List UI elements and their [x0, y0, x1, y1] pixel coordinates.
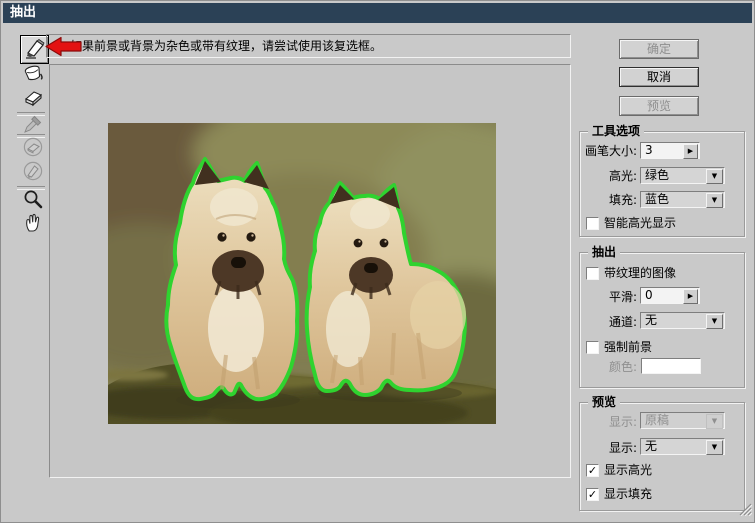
- show-highlight-checkbox[interactable]: ✓: [586, 464, 599, 477]
- chevron-down-icon: ▼: [711, 317, 718, 325]
- checkmark-icon: ✓: [587, 464, 598, 477]
- hint-text-box: 如果前景或背景为杂色或带有纹理，请尝试使用该复选框。: [46, 34, 571, 58]
- show-label: 显示:: [608, 415, 637, 429]
- chevron-down-icon: ▼: [711, 172, 718, 180]
- foreground-color-swatch[interactable]: [641, 358, 701, 374]
- eraser-tool[interactable]: [21, 87, 45, 111]
- chevron-down-icon: ▼: [711, 443, 718, 451]
- textured-image-checkbox[interactable]: [586, 267, 599, 280]
- show-fill-checkbox[interactable]: ✓: [586, 488, 599, 501]
- dropdown-button[interactable]: ▼: [706, 314, 723, 329]
- hand-icon: [22, 211, 44, 237]
- channel-dropdown[interactable]: 无 ▼: [640, 312, 725, 329]
- dropdown-button[interactable]: ▼: [706, 440, 723, 455]
- channel-label: 通道:: [608, 315, 637, 329]
- dropdown-button[interactable]: ▼: [706, 193, 723, 208]
- right-arrow-icon: ▶: [687, 147, 694, 155]
- extract-dialog: 抽出 如果前景或背景为杂色或带有纹理，请尝试使用该复选框。 确定 取消 预览 工…: [0, 0, 755, 523]
- cancel-button[interactable]: 取消: [619, 67, 699, 87]
- display-label: 显示:: [608, 441, 637, 455]
- callout-arrow-icon: [45, 35, 83, 62]
- force-foreground-label: 强制前景: [604, 340, 653, 354]
- tool-options-legend: 工具选项: [588, 124, 645, 139]
- smooth-input[interactable]: 0 ▶: [640, 287, 700, 304]
- zoom-tool[interactable]: [21, 189, 45, 213]
- force-foreground-checkbox[interactable]: [586, 341, 599, 354]
- chevron-down-icon: ▼: [711, 417, 718, 425]
- textured-image-label: 带纹理的图像: [604, 266, 677, 280]
- smooth-label: 平滑:: [608, 290, 637, 304]
- title-bar[interactable]: 抽出: [3, 3, 752, 23]
- fill-tool[interactable]: [21, 63, 45, 87]
- show-highlight-label: 显示高光: [604, 463, 653, 477]
- smart-highlight-checkbox[interactable]: [586, 217, 599, 230]
- show-fill-label: 显示填充: [604, 487, 653, 501]
- hint-text: 如果前景或背景为杂色或带有纹理，请尝试使用该复选框。: [70, 39, 383, 53]
- fill-bucket-icon: [22, 62, 44, 88]
- extract-legend: 抽出: [588, 245, 621, 260]
- brush-size-input[interactable]: 3 ▶: [640, 142, 700, 159]
- dogs-photo[interactable]: [38, 93, 563, 431]
- edge-touchup-tool: [21, 161, 45, 185]
- preview-button[interactable]: 预览: [619, 96, 699, 116]
- cleanup-icon: [22, 136, 44, 162]
- dialog-title: 抽出: [10, 5, 37, 20]
- right-arrow-icon: ▶: [687, 292, 694, 300]
- resize-grip[interactable]: [739, 501, 753, 520]
- edge-touchup-icon: [22, 160, 44, 186]
- cleanup-tool: [21, 137, 45, 161]
- ok-button[interactable]: 确定: [619, 39, 699, 59]
- smooth-slider-button[interactable]: ▶: [683, 289, 698, 304]
- fill-dropdown[interactable]: 蓝色 ▼: [640, 191, 725, 208]
- display-dropdown[interactable]: 无 ▼: [640, 438, 725, 455]
- smart-highlight-label: 智能高光显示: [604, 216, 677, 230]
- brush-size-label: 画笔大小:: [584, 144, 637, 158]
- hand-tool[interactable]: [21, 212, 45, 236]
- fill-label: 填充:: [608, 193, 637, 207]
- highlight-dropdown[interactable]: 绿色 ▼: [640, 167, 725, 184]
- chevron-down-icon: ▼: [711, 196, 718, 204]
- highlight-label: 高光:: [608, 169, 637, 183]
- dropdown-button: ▼: [706, 414, 723, 429]
- preview-legend: 预览: [588, 395, 621, 410]
- color-label: 颜色:: [608, 360, 637, 374]
- eraser-icon: [22, 86, 44, 112]
- dropdown-button[interactable]: ▼: [706, 169, 723, 184]
- show-dropdown: 原稿 ▼: [640, 412, 725, 429]
- checkmark-icon: ✓: [587, 488, 598, 501]
- brush-size-slider-button[interactable]: ▶: [683, 144, 698, 159]
- edge-highlighter-icon: [24, 37, 46, 63]
